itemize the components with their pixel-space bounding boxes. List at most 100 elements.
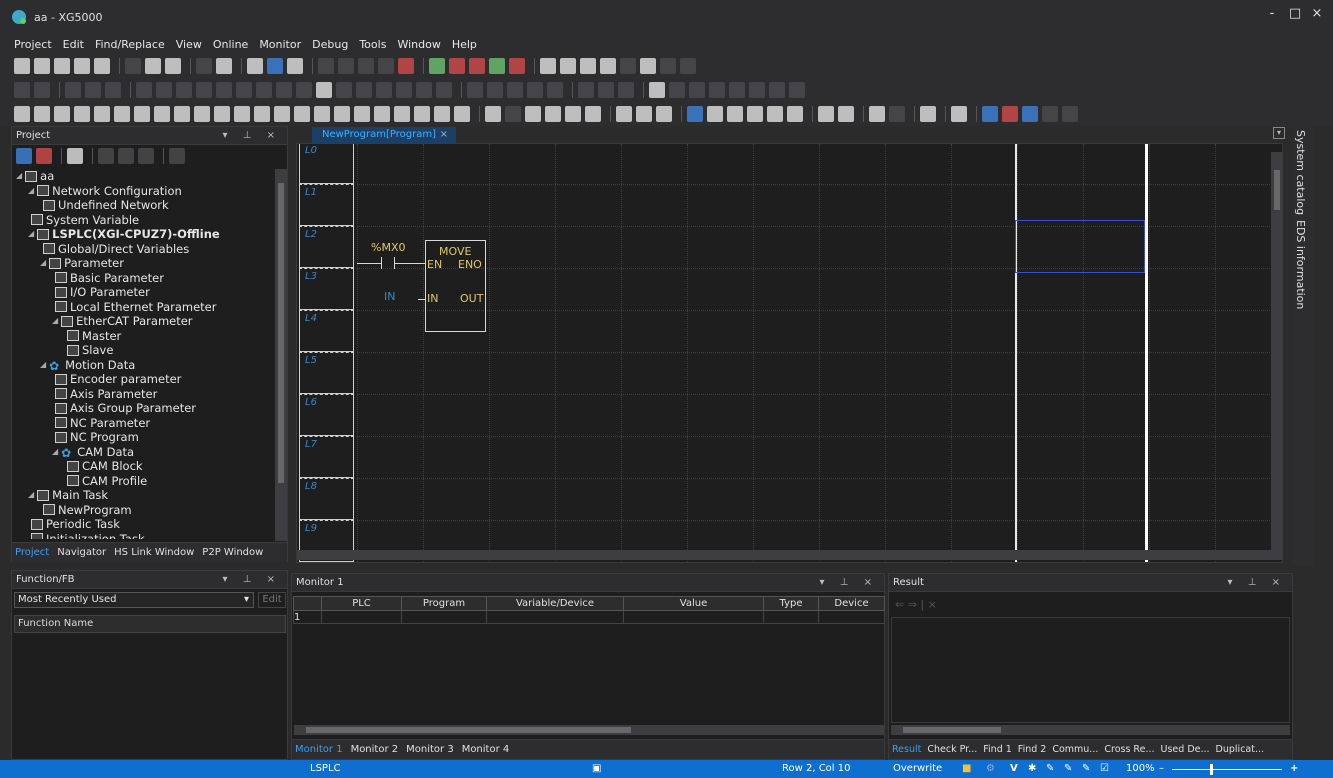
monitor-scroll-thumb[interactable] — [306, 727, 631, 733]
ladder-row-label[interactable]: L6 — [299, 394, 354, 436]
zoom-out-icon[interactable] — [838, 106, 854, 122]
comment-icon[interactable] — [454, 106, 470, 122]
layout-2-icon[interactable] — [889, 106, 905, 122]
tab-monitor-3[interactable]: Monitor 3 — [406, 744, 454, 755]
view-7-icon[interactable] — [616, 106, 632, 122]
view-9-icon[interactable] — [656, 106, 672, 122]
compile-icon[interactable] — [165, 58, 181, 74]
contact-p-icon[interactable] — [74, 106, 90, 122]
monitor-start-icon[interactable] — [540, 58, 556, 74]
monitor-col-plc[interactable]: PLC — [321, 596, 402, 611]
tab-find-1[interactable]: Find 1 — [983, 744, 1012, 755]
cell-value[interactable] — [623, 610, 764, 624]
open-project-icon[interactable] — [54, 58, 70, 74]
menu-project[interactable]: Project — [14, 38, 52, 51]
undo-icon[interactable] — [318, 58, 334, 74]
online-22-icon[interactable] — [527, 82, 543, 98]
layout-3-icon[interactable] — [920, 106, 936, 122]
ladder-row-label[interactable]: L8 — [299, 478, 354, 520]
validate-icon[interactable] — [687, 106, 703, 122]
write-icon[interactable] — [469, 58, 485, 74]
bs-icon[interactable] — [600, 58, 616, 74]
tree-item[interactable]: Basic Parameter — [52, 271, 164, 285]
tree-item[interactable]: Encoder parameter — [52, 372, 181, 386]
tree-item[interactable]: ◢ LSPLC(XGI-CPUZ7)-Offline — [28, 227, 220, 241]
tree-item[interactable]: Slave — [64, 343, 113, 357]
editor-scroll-thumb[interactable] — [1274, 170, 1280, 210]
ladder-row-label[interactable]: L3 — [299, 268, 354, 310]
online-20-icon[interactable] — [487, 82, 503, 98]
monitor-stop-icon[interactable] — [580, 58, 596, 74]
tree-item[interactable]: ◢ aa — [16, 169, 54, 183]
online-9-icon[interactable] — [256, 82, 272, 98]
f7-key-icon[interactable] — [749, 82, 765, 98]
f5-icon[interactable] — [194, 106, 210, 122]
zoom-in-icon[interactable] — [818, 106, 834, 122]
maximize-button[interactable]: □ — [1284, 6, 1306, 24]
tree-item[interactable]: Axis Parameter — [52, 387, 157, 401]
tree-item[interactable]: System Variable — [28, 213, 139, 227]
thermometer-icon[interactable] — [216, 58, 232, 74]
tab-find-2[interactable]: Find 2 — [1018, 744, 1047, 755]
tree-item[interactable]: CAM Profile — [64, 474, 147, 488]
view-5-icon[interactable] — [565, 106, 581, 122]
view-6-icon[interactable] — [585, 106, 601, 122]
debug-1-icon[interactable] — [707, 106, 723, 122]
zoom-slider-track[interactable] — [1172, 769, 1282, 770]
tab-close-icon[interactable]: × — [440, 127, 448, 143]
tree-item[interactable]: Periodic Task — [28, 517, 120, 531]
online-8-icon[interactable] — [236, 82, 252, 98]
ladder-row-label[interactable]: L0 — [299, 144, 354, 184]
menu-find-replace[interactable]: Find/Replace — [95, 38, 165, 51]
view-3-icon[interactable] — [525, 106, 541, 122]
layout-4-icon[interactable] — [951, 106, 967, 122]
result-scroll-thumb[interactable] — [903, 727, 1001, 733]
project-tree-scrollbar[interactable] — [275, 169, 287, 541]
redo-icon[interactable] — [338, 58, 354, 74]
arrow-right-icon[interactable] — [680, 58, 696, 74]
menu-help[interactable]: Help — [452, 38, 477, 51]
monitor-pause-icon[interactable] — [560, 58, 576, 74]
bookmark-prev-icon[interactable] — [1042, 106, 1058, 122]
horizontal-line-icon[interactable] — [154, 106, 170, 122]
tree-item[interactable]: ◢ Network Configuration — [28, 184, 182, 198]
zoom-icon[interactable] — [620, 58, 636, 74]
ladder-row-label[interactable]: L4 — [299, 310, 354, 352]
view-4-icon[interactable] — [545, 106, 561, 122]
debug-2-icon[interactable] — [727, 106, 743, 122]
online-25-icon[interactable] — [598, 82, 614, 98]
online-23-icon[interactable] — [547, 82, 563, 98]
new-file-icon[interactable] — [14, 58, 30, 74]
menu-tools[interactable]: Tools — [359, 38, 386, 51]
close-button[interactable]: × — [1306, 6, 1328, 24]
tab-navigator[interactable]: Navigator — [57, 547, 106, 558]
f3-key-icon[interactable] — [669, 82, 685, 98]
editor-vertical-scrollbar[interactable] — [1271, 152, 1282, 550]
project-tool-4-icon[interactable] — [138, 148, 154, 164]
editor-horizontal-scrollbar[interactable] — [297, 550, 1282, 560]
expand-toggle-icon[interactable]: ◢ — [40, 358, 46, 372]
tab-hs-link-window[interactable]: HS Link Window — [114, 547, 194, 558]
result-panel-pin-icon[interactable]: ▾ ⊥ × — [1228, 577, 1286, 588]
expand-toggle-icon[interactable]: ◢ — [28, 227, 34, 241]
monitor-col-variable[interactable]: Variable/Device — [486, 596, 624, 611]
expand-toggle-icon[interactable]: ◢ — [28, 184, 34, 198]
expand-toggle-icon[interactable]: ◢ — [52, 445, 58, 459]
open-folder-icon[interactable] — [34, 58, 50, 74]
tab-cross-reference[interactable]: Cross Re... — [1104, 744, 1154, 755]
status-tool-1-icon[interactable]: ✱ — [1028, 763, 1036, 774]
f9-key-icon[interactable] — [789, 82, 805, 98]
jump-icon[interactable] — [394, 106, 410, 122]
ladder-row-label[interactable]: L7 — [299, 436, 354, 478]
online-18-icon[interactable] — [436, 82, 452, 98]
debug-4-icon[interactable] — [767, 106, 783, 122]
view-8-icon[interactable] — [636, 106, 652, 122]
monitor-col-device[interactable]: Device — [818, 596, 885, 611]
disconnect-icon[interactable] — [449, 58, 465, 74]
tab-eds-information[interactable]: EDS information — [1294, 220, 1307, 309]
tree-item[interactable]: CAM Block — [64, 459, 143, 473]
tab-newprogram[interactable]: NewProgram[Program] × — [312, 127, 456, 143]
f6-key-icon[interactable] — [729, 82, 745, 98]
tree-item[interactable]: ◢ Parameter — [40, 256, 124, 270]
save-icon[interactable] — [74, 58, 90, 74]
